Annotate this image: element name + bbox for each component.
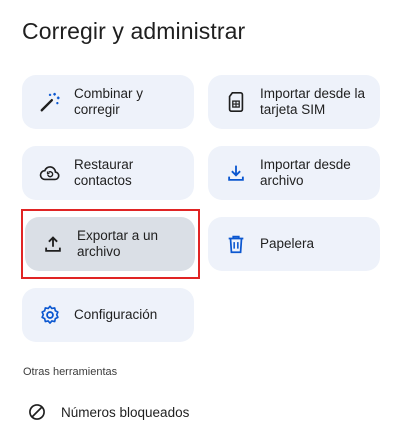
gear-icon <box>39 304 61 326</box>
trash-button[interactable]: Papelera <box>208 217 380 271</box>
magic-wand-icon <box>39 91 61 113</box>
import-from-file-button[interactable]: Importar desde archivo <box>208 146 380 200</box>
settings-button[interactable]: Configuración <box>22 288 194 342</box>
sim-card-icon <box>225 91 247 113</box>
blocked-numbers-label: Números bloqueados <box>61 404 190 420</box>
merge-and-fix-button[interactable]: Combinar y corregir <box>22 75 194 129</box>
import-from-file-label: Importar desde archivo <box>260 157 351 188</box>
trash-icon <box>225 233 247 255</box>
import-from-sim-label: Importar desde la tarjeta SIM <box>260 86 366 117</box>
merge-and-fix-label: Combinar y corregir <box>74 86 144 117</box>
blocked-numbers-item[interactable]: Números bloqueados <box>20 398 320 426</box>
page-title: Corregir y administrar <box>22 18 246 44</box>
selection-highlight <box>21 209 200 279</box>
restore-contacts-button[interactable]: Restaurar contactos <box>22 146 194 200</box>
cloud-restore-icon <box>39 162 61 184</box>
settings-label: Configuración <box>74 307 158 322</box>
restore-contacts-label: Restaurar contactos <box>74 157 134 188</box>
trash-label: Papelera <box>260 236 315 251</box>
download-icon <box>225 162 247 184</box>
import-from-sim-button[interactable]: Importar desde la tarjeta SIM <box>208 75 380 129</box>
blocked-icon <box>26 401 48 423</box>
other-tools-heading: Otras herramientas <box>23 366 118 378</box>
